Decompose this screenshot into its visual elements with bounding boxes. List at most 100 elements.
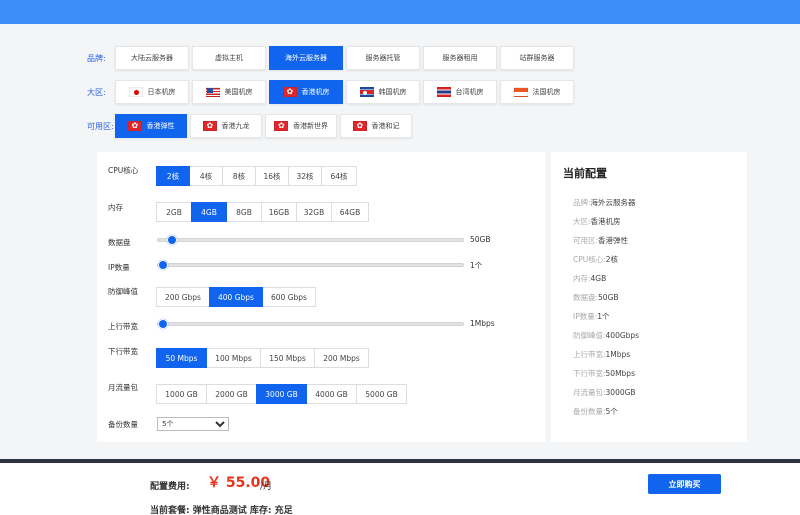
region-tab-label: 韩国机房 xyxy=(378,88,407,96)
region-tab[interactable]: 韩国机房 xyxy=(346,80,420,104)
category-row: 品牌: 大陆云服务器 虚拟主机 海外云服务器 服务器托管 服务器租用 站群服务器 xyxy=(0,45,574,71)
hk-flag-icon xyxy=(282,87,297,97)
zone-row: 可用区: 香港弹性 香港九龙 香港新世界 香港和记 xyxy=(0,113,412,139)
summary-key: 上行带宽: xyxy=(573,350,606,359)
backup-select[interactable]: 5个 xyxy=(157,417,229,431)
summary-title: 当前配置 xyxy=(563,167,607,180)
cpu-option[interactable]: 2核 xyxy=(156,166,190,186)
zone-tab-label: 香港弹性 xyxy=(146,122,175,130)
disk-value: 50GB xyxy=(470,235,491,244)
traffic-option[interactable]: 4000 GB xyxy=(306,384,357,404)
download-option[interactable]: 150 Mbps xyxy=(260,348,315,368)
id-flag-icon xyxy=(513,87,528,97)
traffic-selector: 1000 GB 2000 GB 3000 GB 4000 GB 5000 GB xyxy=(156,384,407,404)
backup-label: 备份数量 xyxy=(108,420,138,429)
summary-key: 月流量包: xyxy=(573,388,606,397)
summary-key: CPU核心: xyxy=(573,255,606,264)
download-option[interactable]: 200 Mbps xyxy=(314,348,369,368)
ddos-option[interactable]: 400 Gbps xyxy=(209,287,263,307)
region-tab[interactable]: 美国机房 xyxy=(192,80,266,104)
download-option[interactable]: 100 Mbps xyxy=(206,348,261,368)
memory-option[interactable]: 4GB xyxy=(191,202,227,222)
hk-flag-icon xyxy=(202,121,217,131)
summary-row: 品牌:海外云服务器 xyxy=(573,197,636,208)
region-tab-label: 香港机房 xyxy=(301,88,330,96)
buy-now-button[interactable]: 立即购买 xyxy=(648,474,721,494)
category-tab[interactable]: 服务器托管 xyxy=(346,46,420,70)
category-tab[interactable]: 站群服务器 xyxy=(500,46,574,70)
summary-row: 备份数量:5个 xyxy=(573,406,618,417)
summary-row: 防御峰值:400Gbps xyxy=(573,330,639,341)
cpu-option[interactable]: 4核 xyxy=(189,166,223,186)
category-tab[interactable]: 服务器租用 xyxy=(423,46,497,70)
summary-key: 品牌: xyxy=(573,198,591,207)
fee-unit: /月 xyxy=(260,482,273,492)
zone-tab-label: 香港和记 xyxy=(371,122,400,130)
cpu-option[interactable]: 32核 xyxy=(288,166,322,186)
category-tab[interactable]: 虚拟主机 xyxy=(192,46,266,70)
memory-option[interactable]: 32GB xyxy=(296,202,332,222)
th-flag-icon xyxy=(436,87,451,97)
summary-row: IP数量:1个 xyxy=(573,311,610,322)
upload-slider-handle[interactable] xyxy=(158,319,168,329)
region-tab[interactable]: 台湾机房 xyxy=(423,80,497,104)
region-tabs: 日本机房 美国机房 香港机房 韩国机房 台湾机房 法国机房 xyxy=(115,80,574,104)
region-tab[interactable]: 日本机房 xyxy=(115,80,189,104)
ddos-option[interactable]: 600 Gbps xyxy=(262,287,316,307)
memory-option[interactable]: 64GB xyxy=(331,202,369,222)
upload-label: 上行带宽 xyxy=(108,322,138,331)
summary-value: 400Gbps xyxy=(605,331,640,340)
zone-tab[interactable]: 香港弹性 xyxy=(115,114,187,138)
traffic-label: 月流量包 xyxy=(108,383,138,392)
category-tab[interactable]: 海外云服务器 xyxy=(269,46,343,70)
ip-slider-handle[interactable] xyxy=(158,260,168,270)
cpu-option[interactable]: 64核 xyxy=(321,166,357,186)
hk-flag-icon xyxy=(127,121,142,131)
upload-value: 1Mbps xyxy=(470,319,495,328)
ddos-option[interactable]: 200 Gbps xyxy=(156,287,210,307)
zone-tab[interactable]: 香港新世界 xyxy=(265,114,337,138)
download-option[interactable]: 50 Mbps xyxy=(156,348,207,368)
download-label: 下行带宽 xyxy=(108,347,138,356)
zone-tab-label: 香港新世界 xyxy=(293,122,328,130)
traffic-option[interactable]: 3000 GB xyxy=(256,384,307,404)
traffic-option[interactable]: 1000 GB xyxy=(156,384,207,404)
traffic-option[interactable]: 5000 GB xyxy=(356,384,407,404)
cpu-option[interactable]: 16核 xyxy=(255,166,289,186)
ip-slider[interactable] xyxy=(157,260,464,270)
region-row: 大区: 日本机房 美国机房 香港机房 韩国机房 台湾机房 法国机房 xyxy=(0,79,574,105)
memory-option[interactable]: 16GB xyxy=(261,202,297,222)
top-banner xyxy=(0,0,800,24)
summary-key: 可用区: xyxy=(573,236,599,245)
zone-label: 可用区: xyxy=(87,121,114,131)
disk-slider[interactable] xyxy=(157,235,464,245)
summary-value: 香港机房 xyxy=(590,217,621,226)
summary-key: 内存: xyxy=(573,274,591,283)
region-tab[interactable]: 法国机房 xyxy=(500,80,574,104)
region-tab-label: 美国机房 xyxy=(224,88,253,96)
disk-slider-handle[interactable] xyxy=(166,235,177,245)
category-tab[interactable]: 大陆云服务器 xyxy=(115,46,189,70)
summary-value: 4GB xyxy=(590,274,607,283)
hk-flag-icon xyxy=(352,121,367,131)
cpu-label: CPU核心 xyxy=(108,166,139,175)
kp-flag-icon xyxy=(359,87,374,97)
ip-label: IP数量 xyxy=(108,263,130,272)
zone-tab[interactable]: 香港和记 xyxy=(340,114,412,138)
disk-label: 数据盘 xyxy=(108,238,131,247)
summary-row: CPU核心:2核 xyxy=(573,254,618,265)
traffic-option[interactable]: 2000 GB xyxy=(206,384,257,404)
summary-row: 大区:香港机房 xyxy=(573,216,621,227)
zone-tab[interactable]: 香港九龙 xyxy=(190,114,262,138)
category-label: 品牌: xyxy=(87,53,106,63)
cpu-option[interactable]: 8核 xyxy=(222,166,256,186)
memory-option[interactable]: 8GB xyxy=(226,202,262,222)
memory-option[interactable]: 2GB xyxy=(156,202,192,222)
ddos-label: 防御峰值 xyxy=(108,287,138,296)
summary-value: 1个 xyxy=(597,312,610,321)
region-tab-label: 台湾机房 xyxy=(455,88,484,96)
upload-slider[interactable] xyxy=(157,319,464,329)
us-flag-icon xyxy=(205,87,220,97)
region-tab[interactable]: 香港机房 xyxy=(269,80,343,104)
category-tabs: 大陆云服务器 虚拟主机 海外云服务器 服务器托管 服务器租用 站群服务器 xyxy=(115,46,574,70)
